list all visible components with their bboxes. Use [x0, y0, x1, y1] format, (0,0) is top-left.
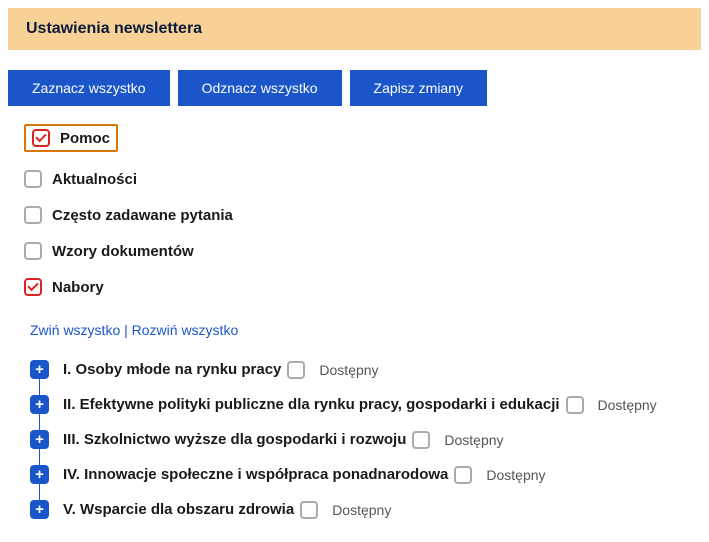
collapse-all-link[interactable]: Zwiń wszystko [30, 322, 120, 338]
tree-label: V. Wsparcie dla obszaru zdrowia [63, 501, 294, 518]
checkbox-row-aktualnosci: Aktualności [24, 170, 701, 188]
deselect-all-button[interactable]: Odznacz wszystko [178, 70, 342, 106]
checkbox-row-nabory: Nabory [24, 278, 701, 296]
tree-checkbox[interactable] [287, 361, 305, 379]
checkbox-faq[interactable] [24, 206, 42, 224]
plus-icon[interactable]: + [30, 500, 49, 519]
tree-sub-label: Dostępny [598, 397, 657, 413]
tree-label: II. Efektywne polityki publiczne dla ryn… [63, 396, 560, 413]
checkbox-pomoc[interactable] [32, 129, 50, 147]
select-all-button[interactable]: Zaznacz wszystko [8, 70, 170, 106]
checkbox-wzory[interactable] [24, 242, 42, 260]
separator: | [120, 322, 131, 338]
checkbox-aktualnosci[interactable] [24, 170, 42, 188]
tree: + I. Osoby młode na rynku pracy Dostępny… [30, 352, 701, 527]
checkbox-row-wzory: Wzory dokumentów [24, 242, 701, 260]
checkbox-label: Aktualności [52, 171, 137, 188]
tree-row: + II. Efektywne polityki publiczne dla r… [30, 387, 701, 422]
save-button[interactable]: Zapisz zmiany [350, 70, 487, 106]
plus-icon[interactable]: + [30, 430, 49, 449]
checkbox-list: Pomoc Aktualności Często zadawane pytani… [24, 124, 701, 296]
tree-row: + IV. Innowacje społeczne i współpraca p… [30, 457, 701, 492]
checkbox-label: Nabory [52, 279, 104, 296]
tree-label: IV. Innowacje społeczne i współpraca pon… [63, 466, 448, 483]
expand-all-link[interactable]: Rozwiń wszystko [132, 322, 239, 338]
checkbox-row-faq: Często zadawane pytania [24, 206, 701, 224]
plus-icon[interactable]: + [30, 360, 49, 379]
tree-checkbox[interactable] [300, 501, 318, 519]
tree-row: + I. Osoby młode na rynku pracy Dostępny [30, 352, 701, 387]
tree-sub-label: Dostępny [444, 432, 503, 448]
plus-icon[interactable]: + [30, 465, 49, 484]
checkbox-nabory[interactable] [24, 278, 42, 296]
page-title: Ustawienia newslettera [8, 8, 701, 50]
tree-sub-label: Dostępny [486, 467, 545, 483]
tree-label: III. Szkolnictwo wyższe dla gospodarki i… [63, 431, 406, 448]
button-row: Zaznacz wszystko Odznacz wszystko Zapisz… [8, 70, 701, 106]
checkbox-label: Często zadawane pytania [52, 207, 233, 224]
tree-checkbox[interactable] [454, 466, 472, 484]
tree-controls: Zwiń wszystko | Rozwiń wszystko [30, 322, 701, 338]
tree-row: + V. Wsparcie dla obszaru zdrowia Dostęp… [30, 492, 701, 527]
checkbox-label: Pomoc [60, 130, 110, 147]
tree-sub-label: Dostępny [319, 362, 378, 378]
tree-row: + III. Szkolnictwo wyższe dla gospodarki… [30, 422, 701, 457]
tree-label: I. Osoby młode na rynku pracy [63, 361, 281, 378]
checkbox-row-pomoc: Pomoc [24, 124, 118, 152]
tree-checkbox[interactable] [412, 431, 430, 449]
tree-sub-label: Dostępny [332, 502, 391, 518]
plus-icon[interactable]: + [30, 395, 49, 414]
checkbox-label: Wzory dokumentów [52, 243, 194, 260]
tree-checkbox[interactable] [566, 396, 584, 414]
